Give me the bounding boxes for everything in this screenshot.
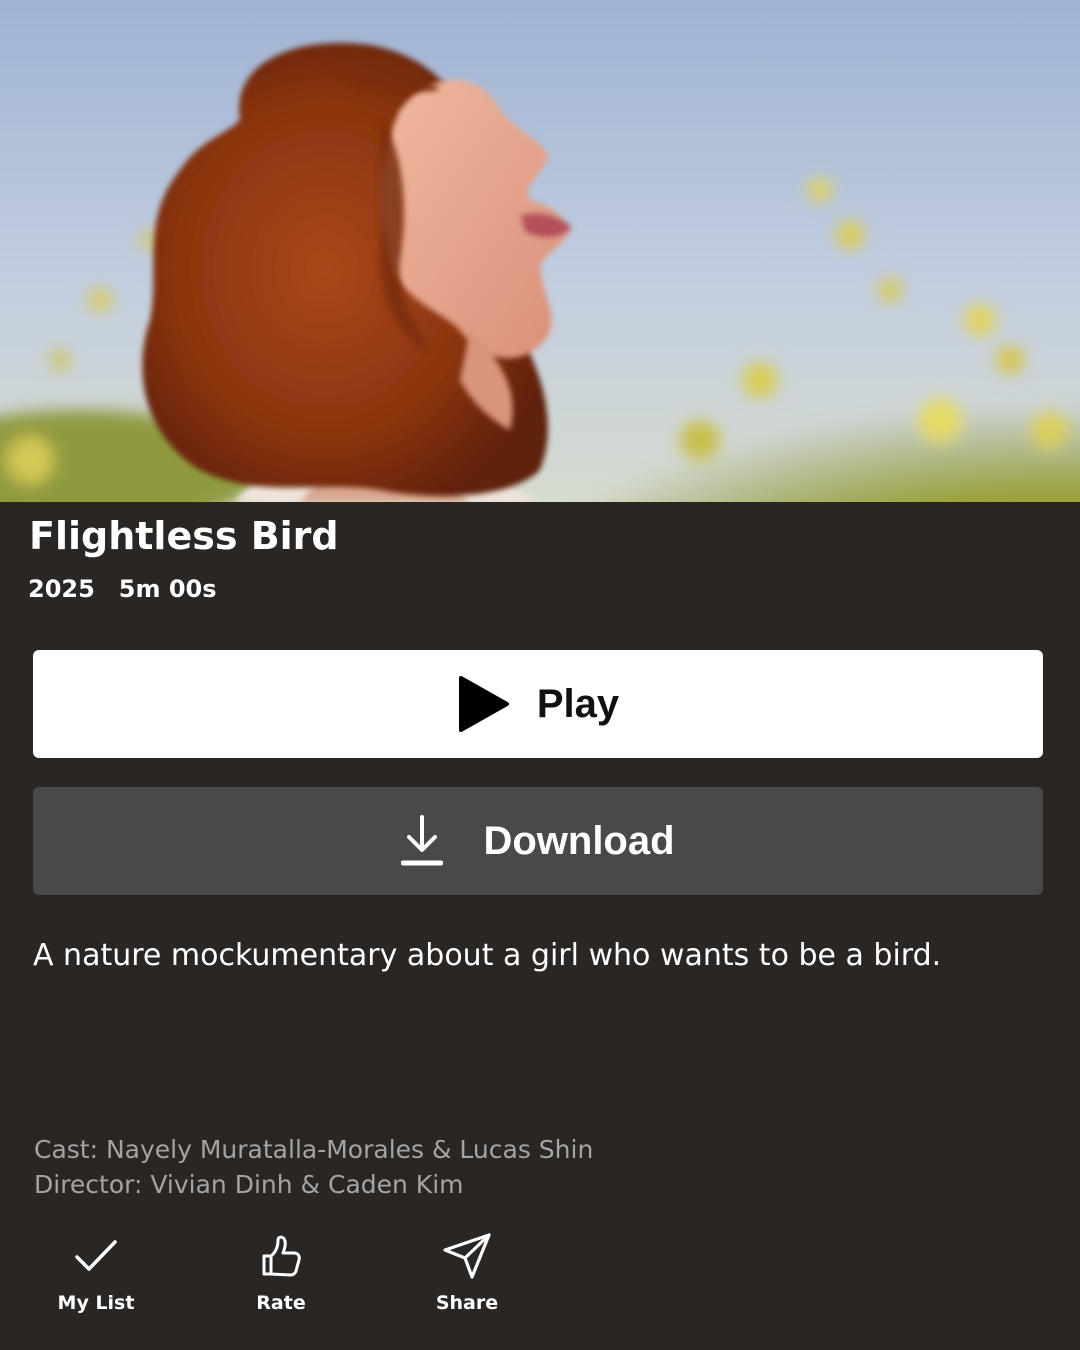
- director-line: Director: Vivian Dinh & Caden Kim: [34, 1170, 464, 1199]
- synopsis: A nature mockumentary about a girl who w…: [33, 938, 942, 973]
- share-label: Share: [435, 1292, 499, 1314]
- thumbs-up-icon: [260, 1230, 302, 1282]
- hero-image: [0, 0, 1080, 502]
- action-bar: My List Rate Share: [0, 1230, 1080, 1330]
- release-year: 2025: [28, 575, 95, 603]
- play-icon: [457, 674, 511, 734]
- title-detail-page: Flightless Bird 2025 5m 00s Play Downloa…: [0, 0, 1080, 1350]
- download-button[interactable]: Download: [33, 787, 1043, 895]
- my-list-button[interactable]: My List: [26, 1230, 166, 1314]
- title: Flightless Bird: [29, 514, 339, 558]
- cast-line: Cast: Nayely Muratalla-Morales & Lucas S…: [34, 1135, 594, 1164]
- check-icon: [74, 1230, 118, 1282]
- rate-label: Rate: [256, 1292, 306, 1314]
- download-label: Download: [483, 818, 675, 863]
- play-label: Play: [536, 681, 620, 726]
- meta-row: 2025 5m 00s: [28, 575, 217, 603]
- duration: 5m 00s: [118, 575, 217, 603]
- send-icon: [442, 1230, 492, 1282]
- share-button[interactable]: Share: [397, 1230, 537, 1314]
- play-button[interactable]: Play: [33, 650, 1043, 758]
- credits: Cast: Nayely Muratalla-Morales & Lucas S…: [34, 1132, 593, 1202]
- my-list-label: My List: [57, 1292, 135, 1314]
- rate-button[interactable]: Rate: [211, 1230, 351, 1314]
- download-icon: [401, 815, 444, 867]
